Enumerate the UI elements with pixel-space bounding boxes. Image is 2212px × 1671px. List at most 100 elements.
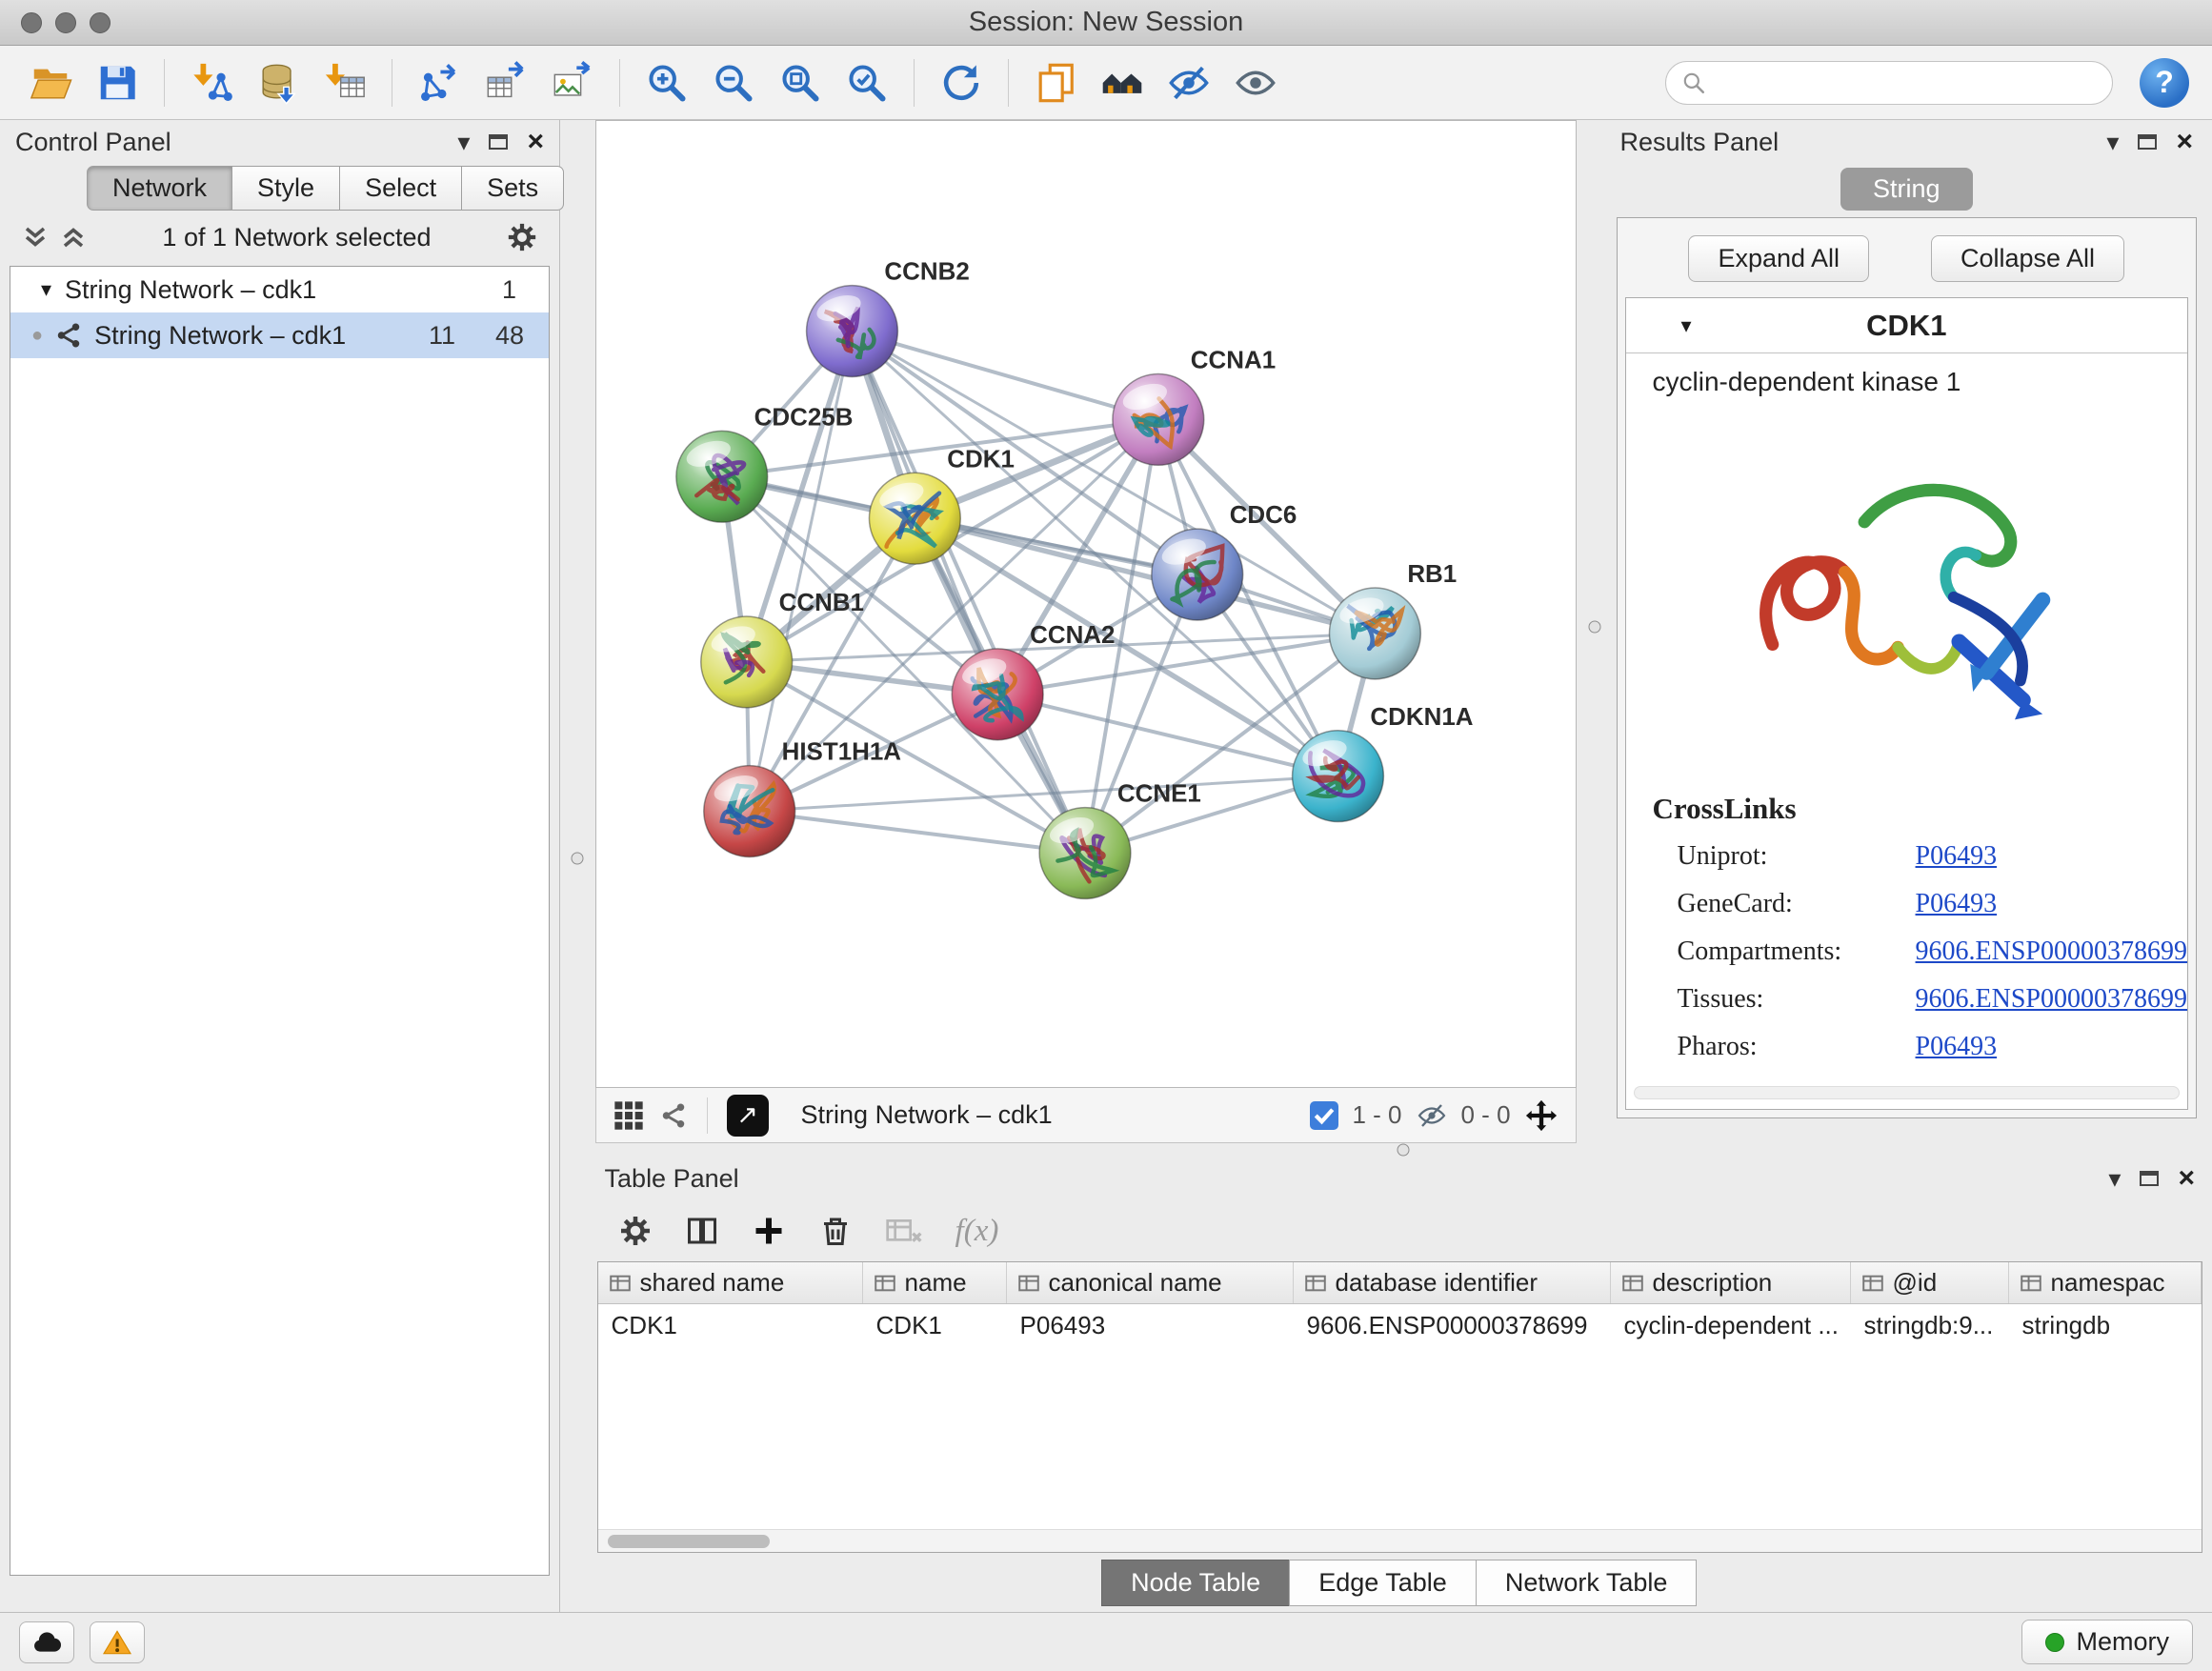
minimize-window-button[interactable]	[55, 12, 76, 33]
float-panel-icon[interactable]	[2138, 134, 2157, 150]
help-button[interactable]: ?	[2140, 58, 2189, 108]
open-session-button[interactable]	[23, 53, 78, 112]
move-crosshair-icon[interactable]	[1524, 1098, 1558, 1133]
hidden-eye-slash-icon[interactable]	[1416, 1101, 1448, 1130]
float-panel-icon[interactable]	[489, 134, 508, 150]
selected-checkbox-icon[interactable]	[1310, 1101, 1338, 1130]
network-edge[interactable]	[852, 332, 1157, 420]
export-network-button[interactable]	[412, 53, 467, 112]
column-header[interactable]: database identifier	[1294, 1262, 1611, 1303]
panel-menu-icon[interactable]: ▾	[2106, 130, 2119, 154]
network-canvas[interactable]: CCNB2CCNA1CDC25BCDK1CDC6RB1CCNB1CCNA2CDK…	[595, 120, 1577, 1088]
crosslink-tissues[interactable]: 9606.ENSP00000378699	[1916, 984, 2187, 1015]
network-node-HIST1H1A[interactable]	[703, 766, 794, 857]
column-header[interactable]: description	[1611, 1262, 1851, 1303]
tab-string[interactable]: String	[1840, 168, 1973, 211]
tab-node-table[interactable]: Node Table	[1101, 1560, 1290, 1606]
cell-shared-name[interactable]: CDK1	[598, 1304, 863, 1346]
zoom-in-button[interactable]	[639, 53, 694, 112]
section-expander-icon[interactable]: ▾	[1681, 313, 1692, 338]
maximize-window-button[interactable]	[90, 12, 111, 33]
tab-network-table[interactable]: Network Table	[1476, 1560, 1698, 1606]
zoom-selected-button[interactable]	[839, 53, 895, 112]
show-all-button[interactable]	[1228, 53, 1283, 112]
splitter-handle[interactable]	[1588, 620, 1600, 633]
gear-icon[interactable]	[618, 1214, 653, 1248]
network-graph[interactable]: CCNB2CCNA1CDC25BCDK1CDC6RB1CCNB1CCNA2CDK…	[596, 121, 1576, 1087]
show-columns-icon[interactable]	[685, 1214, 719, 1248]
splitter-handle[interactable]	[572, 853, 584, 865]
network-collection-row[interactable]: ▾ String Network – cdk1 1	[10, 267, 549, 312]
network-node-CDKN1A[interactable]	[1292, 731, 1383, 822]
close-panel-icon[interactable]: ×	[2178, 1164, 2195, 1193]
crosslink-compartments[interactable]: 9606.ENSP00000378699	[1916, 936, 2187, 967]
save-session-button[interactable]	[90, 53, 145, 112]
cell-namespace[interactable]: stringdb	[2009, 1304, 2202, 1346]
network-node-CDC25B[interactable]	[675, 431, 767, 522]
network-node-CCNA2[interactable]	[952, 649, 1043, 740]
scrollbar-thumb[interactable]	[608, 1535, 770, 1548]
search-input[interactable]	[1716, 68, 2097, 97]
cell-name[interactable]: CDK1	[863, 1304, 1007, 1346]
splitter-handle[interactable]	[1398, 1144, 1410, 1157]
birds-eye-view-icon[interactable]	[613, 1100, 644, 1131]
table-horizontal-scrollbar[interactable]	[598, 1529, 2202, 1552]
home-view-button[interactable]	[1095, 53, 1150, 112]
import-network-from-database-button[interactable]	[251, 53, 306, 112]
tab-edge-table[interactable]: Edge Table	[1289, 1560, 1477, 1606]
column-header[interactable]: @id	[1851, 1262, 2009, 1303]
network-share-icon[interactable]	[659, 1101, 688, 1130]
warnings-button[interactable]	[90, 1621, 145, 1663]
crosslink-pharos[interactable]: P06493	[1916, 1032, 2187, 1062]
collapse-all-icon[interactable]	[59, 223, 88, 252]
add-column-icon[interactable]	[752, 1214, 786, 1248]
vertical-splitter[interactable]	[560, 120, 595, 1612]
zoom-fit-button[interactable]	[773, 53, 828, 112]
expand-all-icon[interactable]	[21, 223, 50, 252]
network-row-selected[interactable]: ● String Network – cdk1 11 48	[10, 312, 549, 358]
gear-icon[interactable]	[506, 221, 538, 253]
panel-menu-icon[interactable]: ▾	[457, 130, 470, 154]
column-header[interactable]: namespac	[2009, 1262, 2202, 1303]
export-table-button[interactable]	[478, 53, 533, 112]
clone-network-button[interactable]	[1028, 53, 1083, 112]
horizontal-splitter[interactable]	[595, 1143, 2212, 1157]
table-row[interactable]: CDK1 CDK1 P06493 9606.ENSP00000378699 cy…	[598, 1304, 2202, 1346]
collapse-all-button[interactable]: Collapse All	[1931, 235, 2124, 282]
export-image-button[interactable]	[545, 53, 600, 112]
cell-canonical-name[interactable]: P06493	[1007, 1304, 1294, 1346]
cell-database-identifier[interactable]: 9606.ENSP00000378699	[1294, 1304, 1611, 1346]
import-table-from-file-button[interactable]	[317, 53, 372, 112]
column-header[interactable]: name	[863, 1262, 1007, 1303]
expand-all-button[interactable]: Expand All	[1688, 235, 1869, 282]
results-splitter[interactable]	[1577, 120, 1613, 1143]
network-node-CCNA1[interactable]	[1112, 373, 1203, 465]
network-node-CDK1[interactable]	[869, 473, 960, 564]
tree-expander-icon[interactable]: ▾	[41, 277, 51, 302]
delete-column-icon[interactable]	[818, 1214, 853, 1248]
column-header[interactable]: canonical name	[1007, 1262, 1294, 1303]
panel-menu-icon[interactable]: ▾	[2108, 1166, 2121, 1191]
network-node-CCNB2[interactable]	[806, 286, 897, 377]
results-scrollbar[interactable]	[1634, 1086, 2180, 1099]
close-panel-icon[interactable]: ×	[527, 128, 544, 156]
cell-description[interactable]: cyclin-dependent ...	[1611, 1304, 1851, 1346]
cell-id[interactable]: stringdb:9...	[1851, 1304, 2009, 1346]
annotation-mode-button[interactable]: ↗	[727, 1095, 769, 1137]
network-node-RB1[interactable]	[1329, 588, 1420, 679]
close-window-button[interactable]	[21, 12, 42, 33]
cloud-status-button[interactable]	[19, 1621, 74, 1663]
network-edge[interactable]	[749, 812, 1084, 854]
gene-section-header[interactable]: ▾ CDK1	[1626, 298, 2187, 353]
function-builder-button[interactable]: f(x)	[955, 1214, 999, 1249]
hide-selected-button[interactable]	[1161, 53, 1217, 112]
tab-select[interactable]: Select	[339, 166, 462, 211]
network-node-CDC6[interactable]	[1151, 529, 1242, 620]
tab-sets[interactable]: Sets	[461, 166, 564, 211]
float-panel-icon[interactable]	[2140, 1171, 2159, 1186]
close-panel-icon[interactable]: ×	[2176, 128, 2193, 156]
zoom-out-button[interactable]	[706, 53, 761, 112]
tab-network[interactable]: Network	[87, 166, 232, 211]
network-node-CCNE1[interactable]	[1039, 808, 1131, 899]
network-edge[interactable]	[852, 332, 1085, 854]
